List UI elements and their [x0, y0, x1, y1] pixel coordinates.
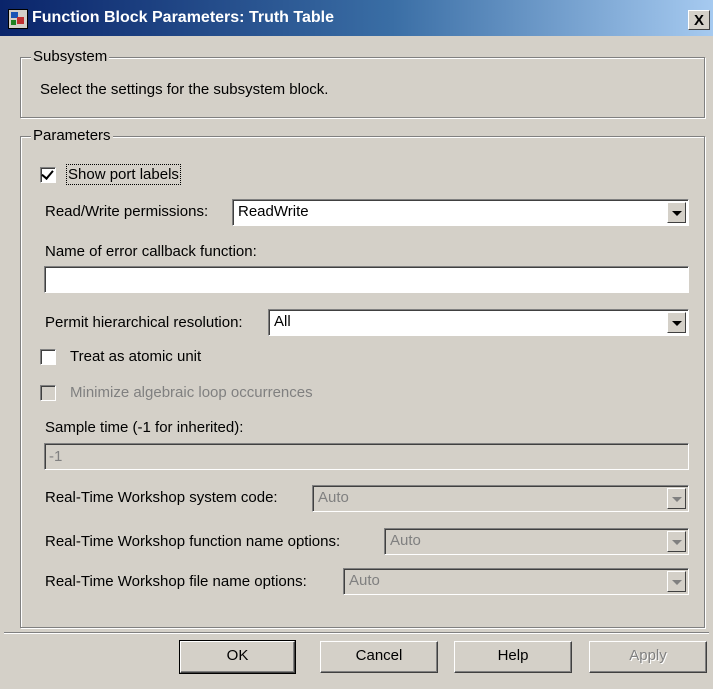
rw-permissions-dropdown-button[interactable]	[667, 202, 686, 223]
rtw-file-name-label: Real-Time Workshop file name options:	[45, 573, 307, 590]
rw-permissions-select[interactable]: ReadWrite	[232, 199, 689, 226]
minimize-loop-label: Minimize algebraic loop occurrences	[70, 384, 313, 401]
show-port-labels-checkbox[interactable]	[40, 167, 56, 183]
rtw-function-name-select[interactable]: Auto	[384, 528, 689, 555]
check-mark-icon	[41, 167, 54, 180]
chevron-down-icon	[672, 497, 682, 502]
hierarchical-resolution-label: Permit hierarchical resolution:	[45, 314, 243, 331]
rtw-function-name-value: Auto	[390, 532, 421, 549]
close-button[interactable]: X	[688, 10, 710, 30]
minimize-loop-checkbox[interactable]	[40, 385, 56, 401]
subsystem-description: Select the settings for the subsystem bl…	[40, 81, 329, 98]
subsystem-legend: Subsystem	[31, 48, 110, 65]
simulink-block-icon[interactable]	[8, 9, 28, 29]
rtw-system-code-label: Real-Time Workshop system code:	[45, 489, 278, 506]
cancel-button[interactable]: Cancel	[320, 641, 438, 673]
show-port-labels-label[interactable]: Show port labels	[66, 164, 181, 185]
rtw-system-code-select[interactable]: Auto	[312, 485, 689, 512]
rw-permissions-label: Read/Write permissions:	[45, 203, 209, 220]
help-button[interactable]: Help	[454, 641, 572, 673]
atomic-unit-label[interactable]: Treat as atomic unit	[70, 348, 201, 365]
rtw-system-code-dropdown-button[interactable]	[667, 488, 686, 509]
chevron-down-icon	[672, 211, 682, 216]
rtw-file-name-value: Auto	[349, 572, 380, 589]
error-callback-input[interactable]	[44, 266, 689, 293]
rtw-file-name-dropdown-button[interactable]	[667, 571, 686, 592]
sample-time-input[interactable]: -1	[44, 443, 689, 470]
ok-button[interactable]: OK	[179, 640, 296, 674]
rtw-file-name-select[interactable]: Auto	[343, 568, 689, 595]
hierarchical-resolution-dropdown-button[interactable]	[667, 312, 686, 333]
title-bar: Function Block Parameters: Truth Table X	[0, 0, 713, 36]
sample-time-label: Sample time (-1 for inherited):	[45, 419, 244, 436]
rtw-system-code-value: Auto	[318, 489, 349, 506]
button-separator	[4, 632, 709, 634]
chevron-down-icon	[672, 321, 682, 326]
chevron-down-icon	[672, 580, 682, 585]
error-callback-label: Name of error callback function:	[45, 243, 257, 260]
rtw-function-name-dropdown-button[interactable]	[667, 531, 686, 552]
rtw-function-name-label: Real-Time Workshop function name options…	[45, 533, 341, 550]
parameters-legend: Parameters	[31, 127, 113, 144]
rw-permissions-value: ReadWrite	[238, 203, 309, 220]
chevron-down-icon	[672, 540, 682, 545]
window-title: Function Block Parameters: Truth Table	[32, 9, 334, 26]
hierarchical-resolution-select[interactable]: All	[268, 309, 689, 336]
hierarchical-resolution-value: All	[274, 313, 291, 330]
apply-button[interactable]: Apply	[589, 641, 707, 673]
atomic-unit-checkbox[interactable]	[40, 349, 56, 365]
